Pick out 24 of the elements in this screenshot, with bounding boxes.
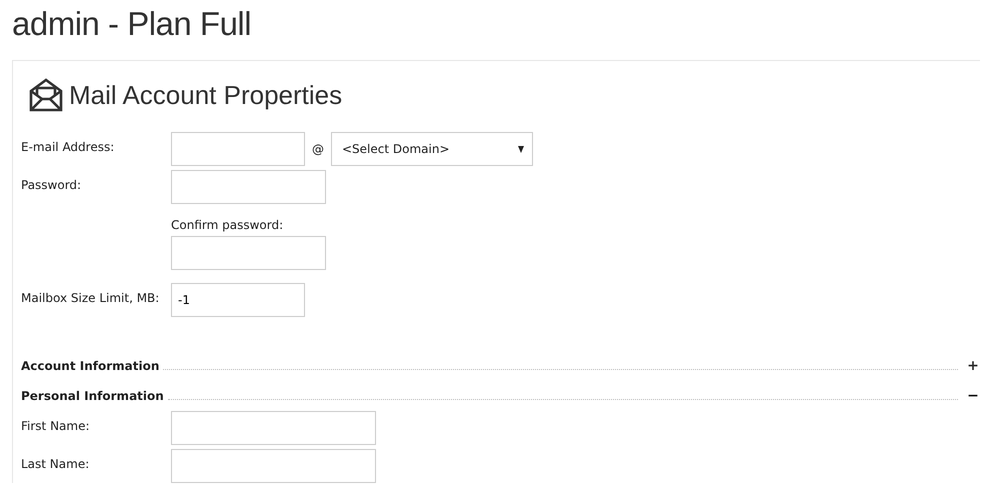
section-header[interactable]: Personal Information − (21, 381, 980, 411)
field-label: Confirm password: (171, 218, 284, 232)
section-title: Personal Information (21, 389, 164, 403)
field-label: Last Name: (21, 456, 90, 471)
password-input[interactable] (171, 170, 326, 204)
expand-toggle[interactable]: + (966, 358, 980, 374)
collapse-toggle[interactable]: − (966, 388, 980, 404)
password-input[interactable] (171, 236, 326, 270)
section-title: Account Information (21, 359, 160, 373)
input-field[interactable] (171, 449, 376, 483)
envelope-icon (29, 78, 63, 112)
section-header[interactable]: Account Information + (21, 351, 980, 381)
section-title: Mail Account Properties (69, 80, 342, 110)
field-label: E-mail Address: (21, 139, 116, 154)
domain-dropdown[interactable]: <Select Domain> (331, 132, 533, 166)
field-label: Mailbox Size Limit, MB: (21, 290, 160, 305)
email-input[interactable] (171, 132, 305, 166)
page-title: admin - Plan Full (12, 0, 980, 61)
input-field[interactable] (171, 411, 376, 445)
caret-icon (518, 146, 524, 152)
field-label: Password: (21, 177, 82, 192)
at-sign: @ (311, 142, 325, 156)
field-label: First Name: (21, 418, 91, 433)
size-input[interactable]: -1 (171, 283, 305, 317)
